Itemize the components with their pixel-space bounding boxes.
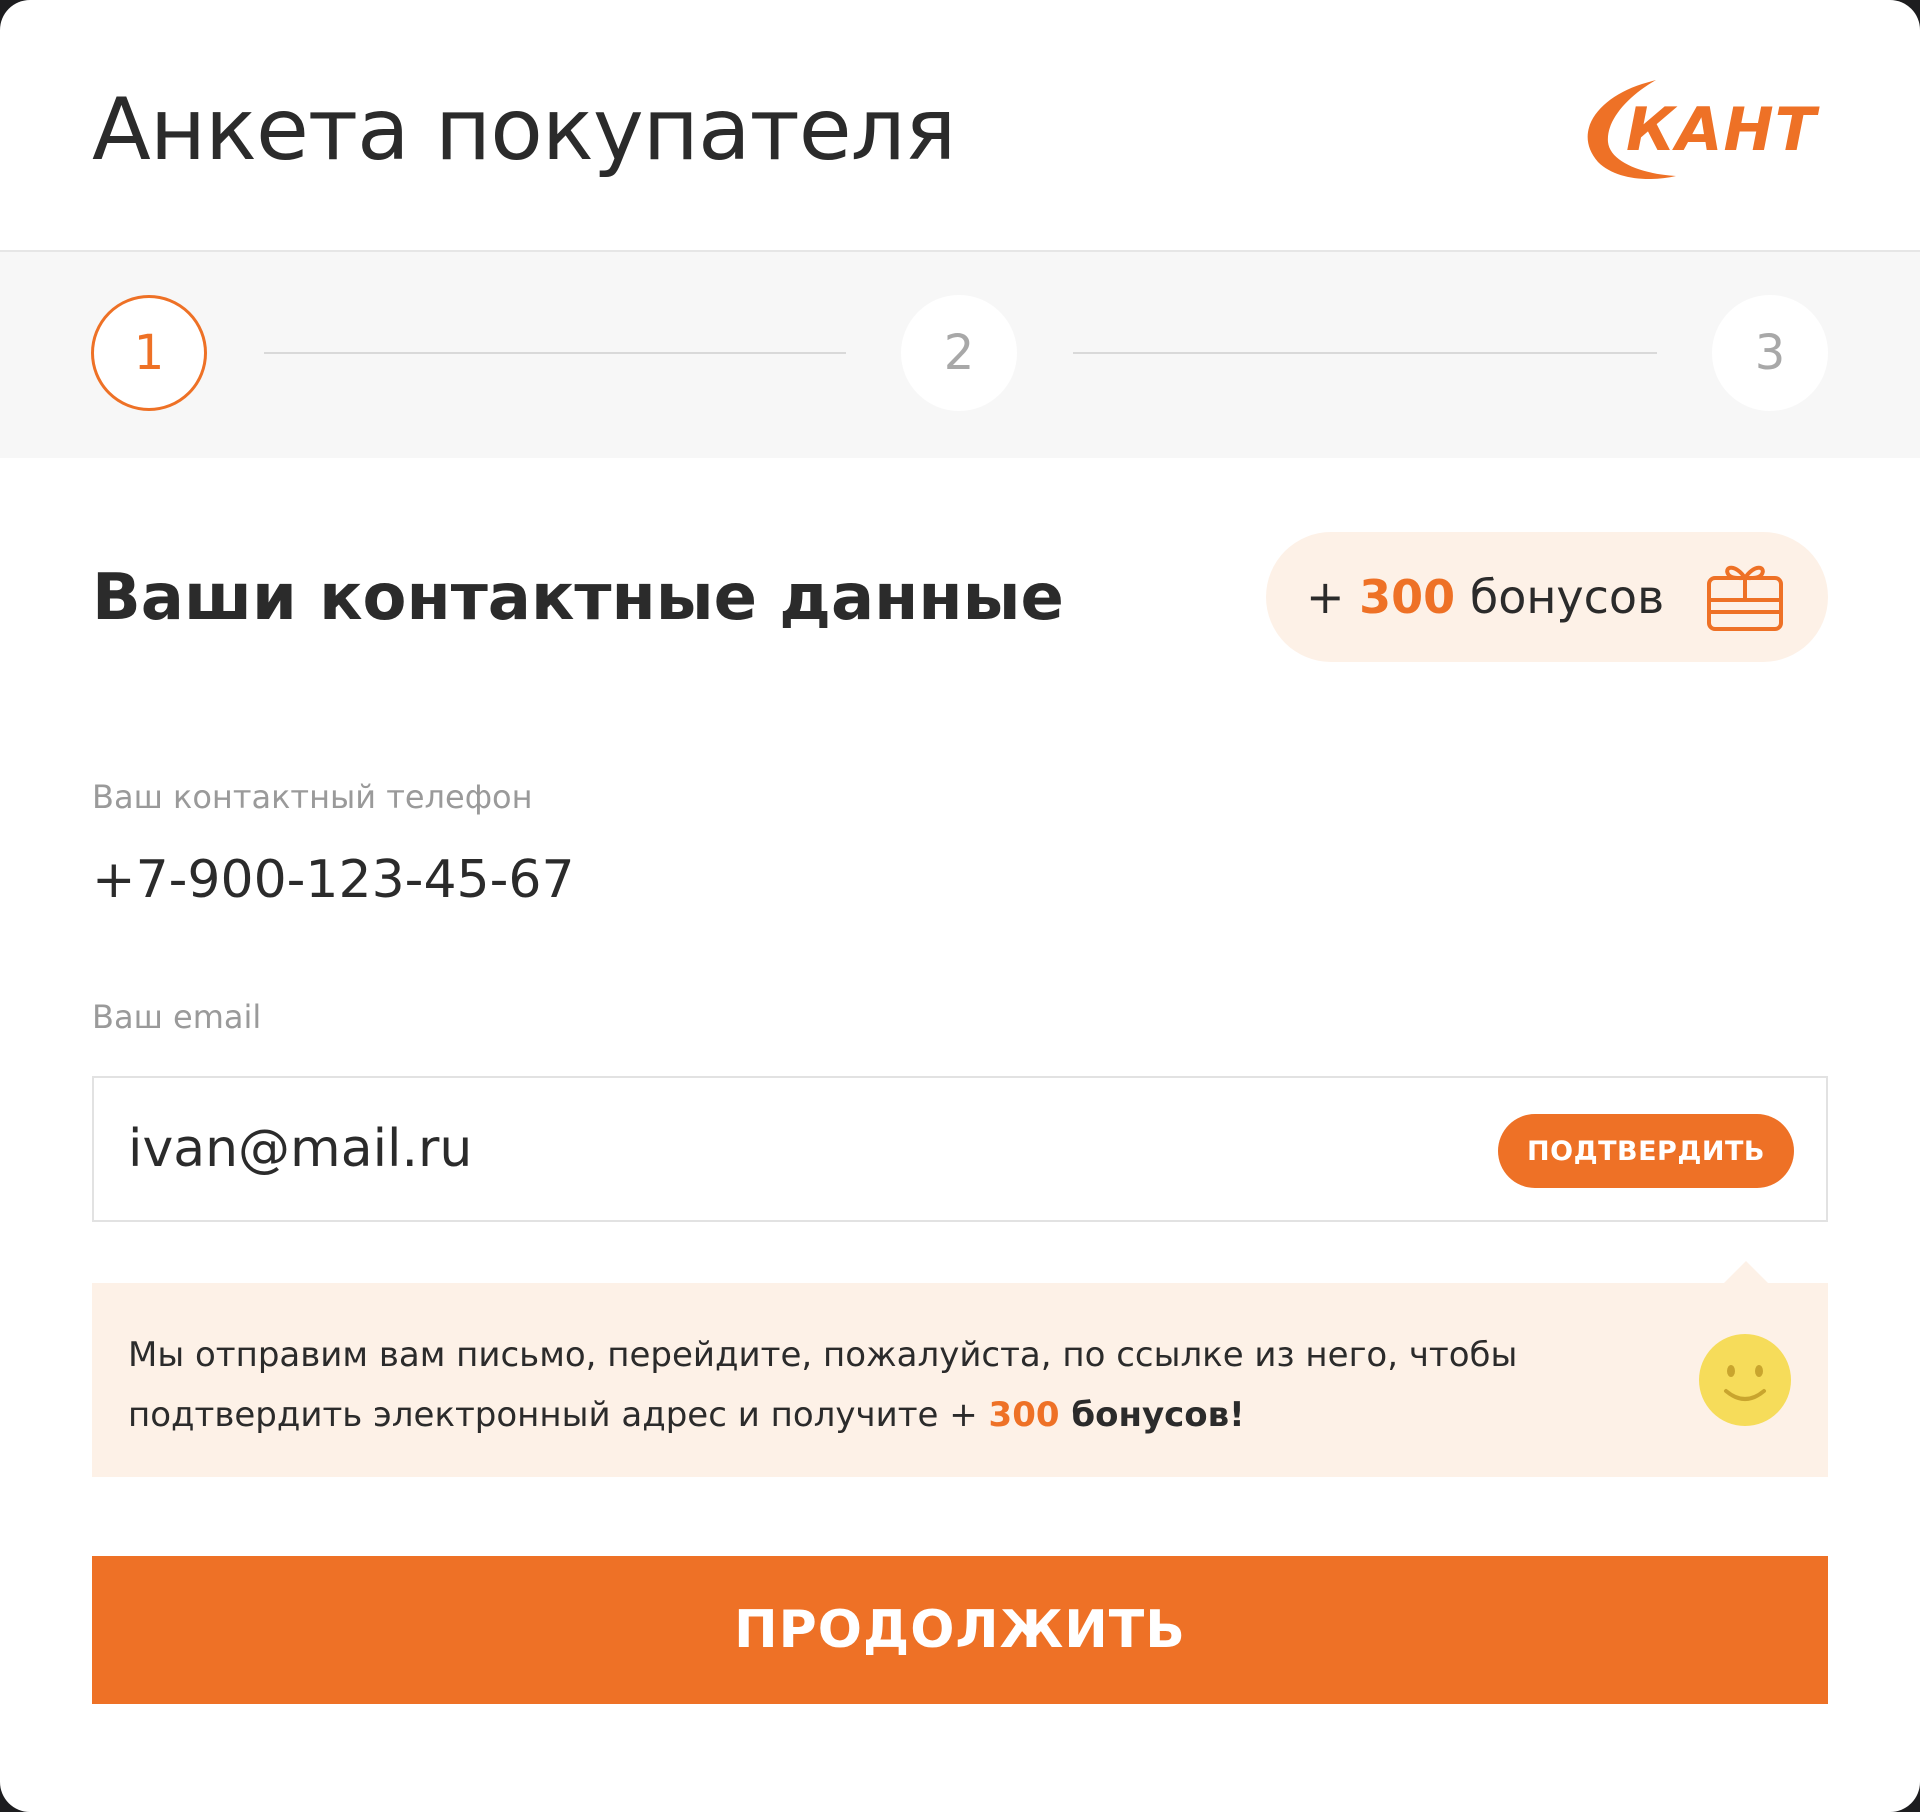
bonus-suffix: бонусов bbox=[1455, 570, 1665, 624]
hint-suffix: бонусов! bbox=[1059, 1395, 1245, 1435]
smiley-icon bbox=[1699, 1334, 1791, 1426]
step-3[interactable]: 3 bbox=[1712, 295, 1828, 411]
email-label: Ваш email bbox=[92, 998, 262, 1036]
step-1[interactable]: 1 bbox=[91, 295, 207, 411]
questionnaire-card: Анкета покупателя КАНТ 1 2 3 Ваши контак… bbox=[0, 0, 1920, 1812]
email-field: ПОДТВЕРДИТЬ bbox=[92, 1076, 1828, 1222]
bonus-prefix: + bbox=[1306, 570, 1360, 624]
phone-value: +7-900-123-45-67 bbox=[92, 850, 575, 910]
header: Анкета покупателя КАНТ bbox=[0, 0, 1920, 252]
phone-label: Ваш контактный телефон bbox=[92, 778, 533, 816]
bonus-badge: + 300 бонусов bbox=[1266, 532, 1828, 662]
bonus-amount: 300 bbox=[1359, 570, 1456, 624]
step-2[interactable]: 2 bbox=[901, 295, 1017, 411]
email-hint: Мы отправим вам письмо, перейдите, пожал… bbox=[92, 1261, 1828, 1477]
section-title: Ваши контактные данные bbox=[92, 561, 1064, 635]
hint-message: Мы отправим вам письмо, перейдите, пожал… bbox=[128, 1335, 1518, 1435]
brand-logo-text: КАНТ bbox=[1626, 95, 1820, 165]
hint-amount: 300 bbox=[988, 1395, 1060, 1435]
continue-button[interactable]: ПРОДОЛЖИТЬ bbox=[92, 1556, 1828, 1704]
stepper-line bbox=[1073, 352, 1657, 354]
email-input[interactable] bbox=[128, 1108, 1428, 1190]
stepper-line bbox=[264, 352, 846, 354]
gift-icon bbox=[1707, 565, 1783, 631]
stepper: 1 2 3 bbox=[0, 252, 1920, 458]
hint-arrow bbox=[1724, 1261, 1768, 1283]
hint-text: Мы отправим вам письмо, перейдите, пожал… bbox=[128, 1325, 1628, 1445]
confirm-email-button[interactable]: ПОДТВЕРДИТЬ bbox=[1498, 1114, 1794, 1188]
brand-logo: КАНТ bbox=[1587, 80, 1820, 180]
bonus-text: + 300 бонусов bbox=[1306, 570, 1664, 624]
page-title: Анкета покупателя bbox=[92, 80, 956, 180]
